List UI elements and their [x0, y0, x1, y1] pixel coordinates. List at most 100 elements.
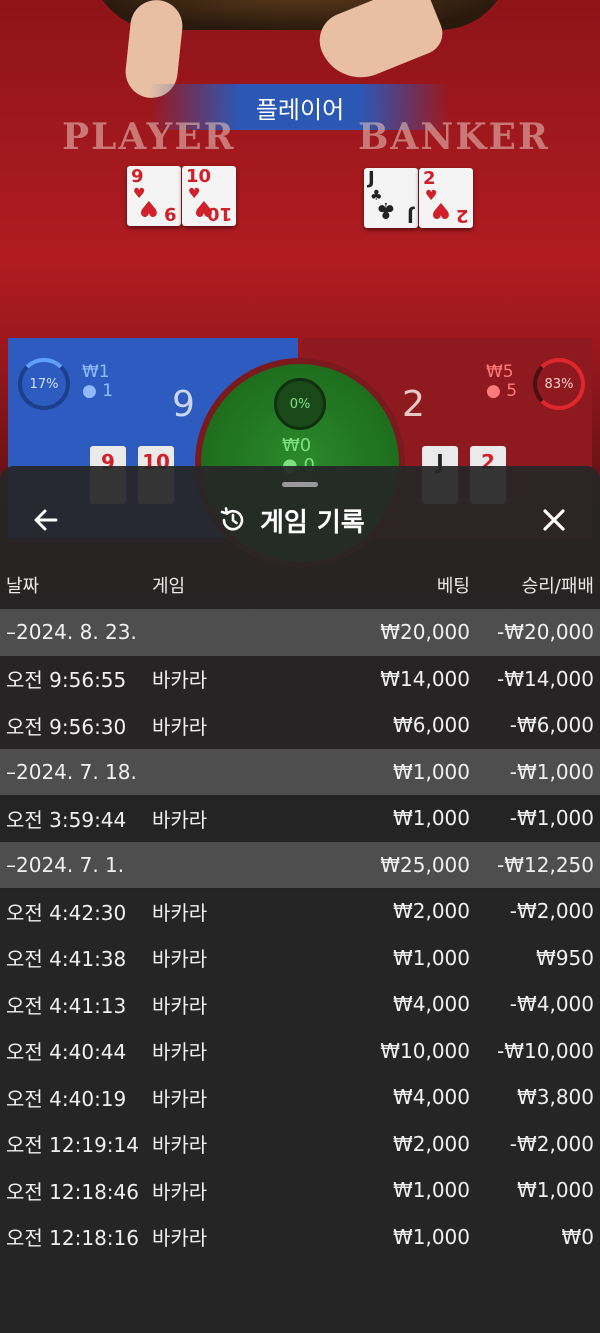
row-date: 오전 3:59:44 — [6, 807, 127, 832]
history-row[interactable]: 오전 9:56:30 바카라 ₩6,000 -₩6,000 — [0, 702, 600, 749]
card-rank: J — [407, 205, 414, 226]
history-row[interactable]: 오전 12:18:16 바카라 ₩1,000 ₩0 — [0, 1214, 600, 1261]
row-bet: ₩14,000 — [380, 666, 470, 691]
history-row[interactable]: 오전 4:40:19 바카라 ₩4,000 ₩3,800 — [0, 1074, 600, 1121]
person-icon: ● — [486, 381, 501, 401]
history-row[interactable]: 오전 4:41:38 바카라 ₩1,000 ₩950 — [0, 935, 600, 982]
player-count-row: ● 1 — [82, 382, 113, 401]
row-bet: ₩4,000 — [392, 992, 470, 1017]
playing-card: 2 ♥ ♥ 2 — [419, 168, 473, 228]
player-amount: ₩1 — [82, 362, 110, 382]
row-bet: ₩2,000 — [392, 1131, 470, 1156]
player-percent-ring: 17% — [18, 358, 70, 410]
row-bet: ₩1,000 — [392, 806, 470, 831]
row-bet: ₩20,000 — [380, 620, 470, 645]
row-result: ₩3,800 — [516, 1085, 594, 1110]
row-date: 오전 12:18:16 — [6, 1226, 139, 1251]
tie-percent: 0% — [289, 396, 311, 412]
row-date: 오전 12:19:14 — [6, 1133, 139, 1158]
row-date: 오전 4:41:38 — [6, 947, 127, 972]
row-date: 오전 4:42:30 — [6, 900, 127, 925]
player-count: 1 — [102, 381, 114, 401]
playing-card: 9 ♥ ♥ 9 — [127, 166, 181, 226]
column-header-game: 게임 — [152, 576, 186, 597]
card-rank: 10 — [206, 203, 232, 224]
history-row[interactable]: 오전 12:19:14 바카라 ₩2,000 -₩2,000 — [0, 1121, 600, 1168]
row-result: ₩0 — [561, 1224, 595, 1249]
row-game: 바카라 — [152, 1133, 208, 1158]
column-header-result: 승리/패배 — [521, 576, 594, 597]
row-game: 바카라 — [152, 993, 208, 1018]
person-icon: ● — [82, 381, 97, 401]
card-rank: 2 — [456, 205, 469, 226]
tie-percent-ring: 0% — [274, 378, 326, 430]
history-row[interactable]: 오전 4:41:13 바카라 ₩4,000 -₩4,000 — [0, 981, 600, 1028]
row-bet: ₩25,000 — [380, 852, 470, 877]
row-game: 바카라 — [152, 1226, 208, 1251]
row-game: 바카라 — [152, 1086, 208, 1111]
row-bet: ₩1,000 — [392, 945, 470, 970]
banker-count: 5 — [506, 381, 518, 401]
banker-amount: ₩5 — [486, 362, 514, 382]
date-group-row[interactable]: –2024. 8. 23. ₩20,000 -₩20,000 — [0, 609, 600, 656]
row-date: 오전 9:56:30 — [6, 714, 127, 739]
row-bet: ₩6,000 — [392, 713, 470, 738]
row-result: -₩14,000 — [497, 666, 594, 691]
row-result: -₩2,000 — [509, 899, 594, 924]
player-score: 9 — [172, 384, 195, 425]
row-bet: ₩4,000 — [392, 1085, 470, 1110]
row-result: -₩4,000 — [509, 992, 594, 1017]
playing-card: J ♣ ♣ J — [364, 168, 418, 228]
row-result: -₩2,000 — [509, 1131, 594, 1156]
close-button[interactable] — [534, 500, 574, 540]
player-title: PLAYER — [62, 116, 236, 158]
row-date: 오전 4:41:13 — [6, 993, 127, 1018]
row-bet: ₩1,000 — [392, 759, 470, 784]
banker-percent: 83% — [544, 376, 574, 392]
card-rank: 2 — [423, 168, 436, 189]
row-result: ₩950 — [536, 945, 594, 970]
row-date: –2024. 7. 1. — [6, 852, 125, 877]
banker-score: 2 — [402, 384, 425, 425]
row-result: -₩12,250 — [497, 852, 594, 877]
drag-handle[interactable] — [282, 482, 318, 487]
close-icon — [540, 506, 568, 534]
row-date: 오전 4:40:19 — [6, 1086, 127, 1111]
card-suit: ♥ — [139, 195, 159, 220]
page-title: 게임 기록 — [260, 507, 365, 538]
history-row[interactable]: 오전 9:56:55 바카라 ₩14,000 -₩14,000 — [0, 656, 600, 703]
banker-percent-ring: 83% — [533, 358, 585, 410]
tie-amount: ₩0 — [282, 435, 312, 456]
history-clock-icon — [218, 505, 248, 535]
history-row[interactable]: 오전 3:59:44 바카라 ₩1,000 -₩1,000 — [0, 795, 600, 842]
card-suit: ♣ — [376, 197, 396, 222]
history-row[interactable]: 오전 12:18:46 바카라 ₩1,000 ₩1,000 — [0, 1167, 600, 1214]
player-percent: 17% — [29, 376, 59, 392]
row-bet: ₩10,000 — [380, 1038, 470, 1063]
row-game: 바카라 — [152, 1179, 208, 1204]
back-button[interactable] — [26, 500, 66, 540]
history-header: 게임 기록 — [218, 500, 365, 540]
row-result: -₩6,000 — [509, 713, 594, 738]
row-game: 바카라 — [152, 714, 208, 739]
row-date: –2024. 7. 18. — [6, 759, 137, 784]
row-date: –2024. 8. 23. — [6, 620, 137, 645]
card-rank: 10 — [186, 166, 212, 187]
history-row[interactable]: 오전 4:40:44 바카라 ₩10,000 -₩10,000 — [0, 1028, 600, 1075]
row-result: -₩1,000 — [509, 759, 594, 784]
playing-card: 10 ♥ ♥ 10 — [182, 166, 236, 226]
history-row[interactable]: 오전 4:42:30 바카라 ₩2,000 -₩2,000 — [0, 888, 600, 935]
banker-stats: ₩5 ● 5 — [486, 363, 517, 401]
date-group-row[interactable]: –2024. 7. 1. ₩25,000 -₩12,250 — [0, 841, 600, 888]
row-result: -₩20,000 — [497, 620, 594, 645]
banker-count-row: ● 5 — [486, 382, 517, 401]
row-bet: ₩1,000 — [392, 1178, 470, 1203]
card-suit: ♥ — [431, 197, 451, 222]
card-rank: 9 — [164, 203, 177, 224]
card-rank: 9 — [131, 166, 144, 187]
history-list: –2024. 8. 23. ₩20,000 -₩20,000 오전 9:56:55 바카… — [0, 609, 600, 1260]
row-date: 오전 9:56:55 — [6, 668, 127, 693]
row-bet: ₩2,000 — [392, 899, 470, 924]
arrow-left-icon — [32, 506, 60, 534]
date-group-row[interactable]: –2024. 7. 18. ₩1,000 -₩1,000 — [0, 748, 600, 795]
